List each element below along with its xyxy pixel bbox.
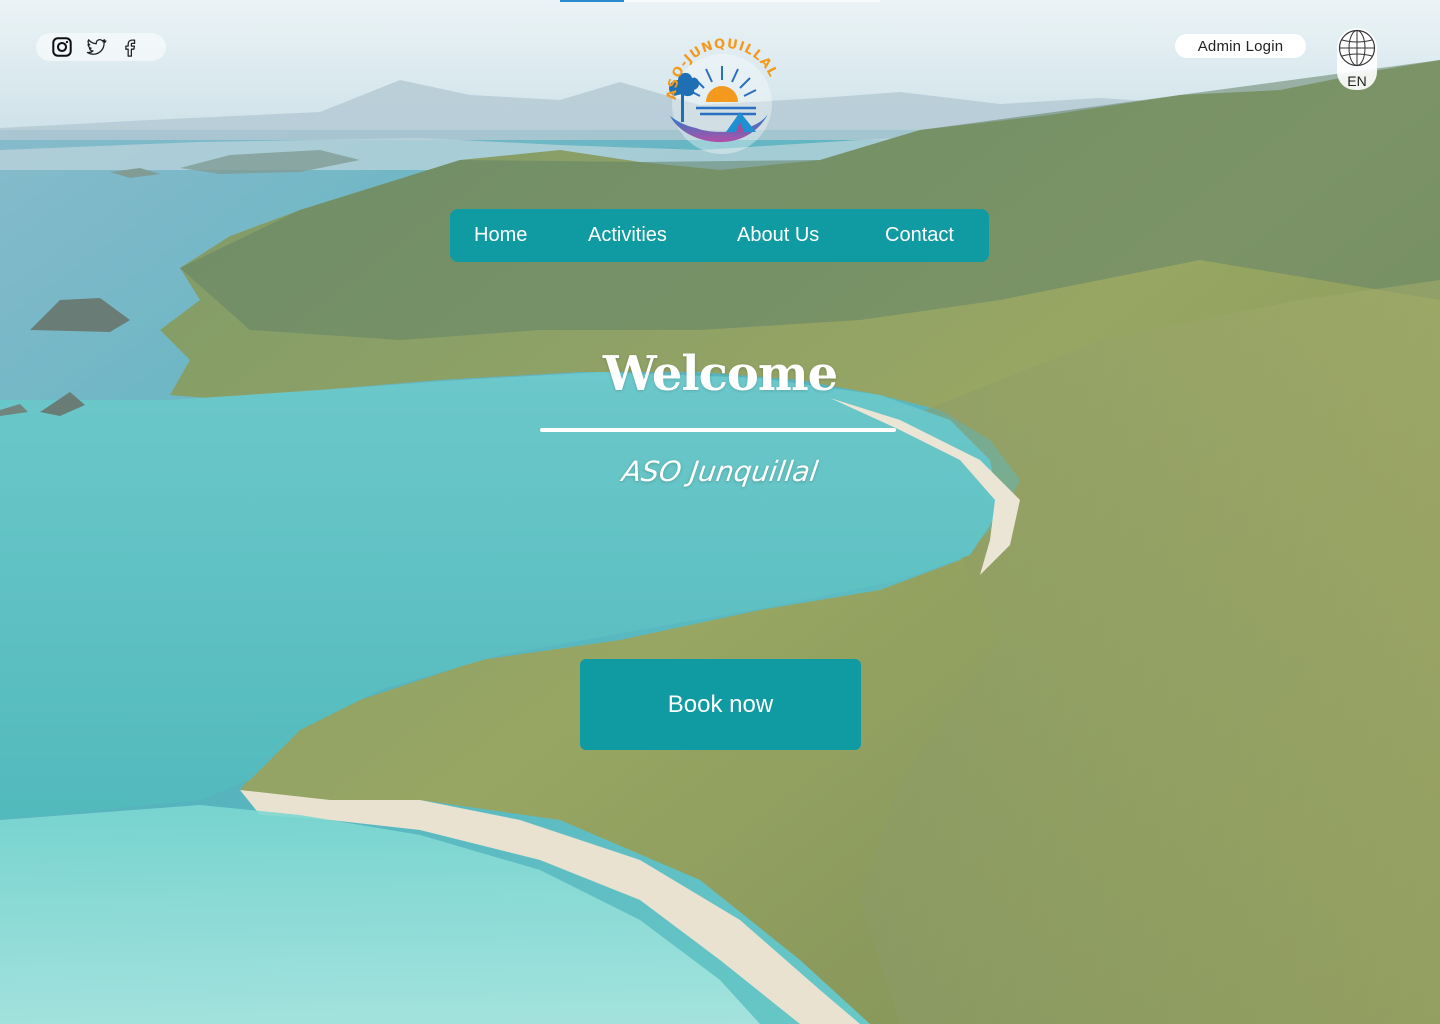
main-nav: Home Activities About Us Contact <box>450 209 989 262</box>
hero-divider <box>540 428 896 432</box>
nav-item-activities[interactable]: Activities <box>588 224 667 247</box>
hero-title: Welcome <box>602 346 838 402</box>
instagram-icon[interactable] <box>50 35 74 59</box>
book-now-button[interactable]: Book now <box>580 659 861 750</box>
language-selector[interactable]: EN <box>1337 28 1377 90</box>
site-logo[interactable]: ASO-JUNQUILLAL <box>656 36 786 162</box>
facebook-icon[interactable] <box>118 35 142 59</box>
social-links <box>36 33 166 61</box>
loading-progress-bar <box>560 0 880 2</box>
admin-login-button[interactable]: Admin Login <box>1175 34 1306 58</box>
hero-subtitle: ASO Junquillal <box>619 455 821 488</box>
nav-item-contact[interactable]: Contact <box>885 224 954 247</box>
language-code: EN <box>1347 73 1367 89</box>
nav-item-home[interactable]: Home <box>474 224 527 247</box>
globe-icon <box>1338 29 1376 72</box>
twitter-icon[interactable] <box>84 35 108 59</box>
nav-item-about-us[interactable]: About Us <box>737 224 819 247</box>
